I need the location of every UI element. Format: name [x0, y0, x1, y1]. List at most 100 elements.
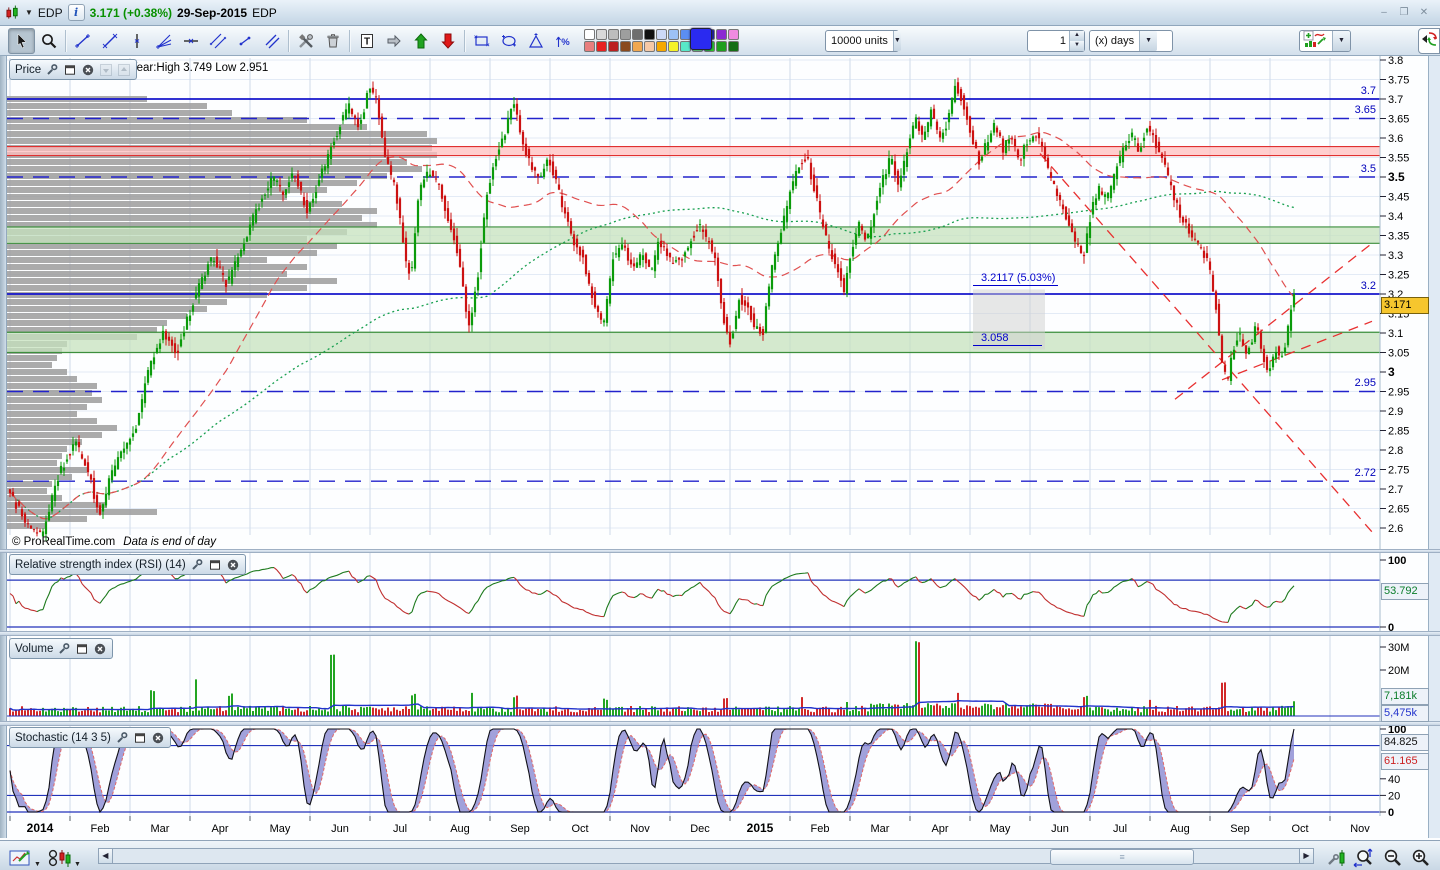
zoom-tool-button[interactable] — [35, 28, 62, 54]
vertical-line-tool-button[interactable] — [123, 28, 150, 54]
arrow-right-tool-button[interactable] — [380, 28, 407, 54]
short-segment-icon — [236, 32, 254, 50]
color-swatch[interactable] — [596, 41, 607, 52]
percent-measure-tool-button[interactable]: % — [549, 28, 576, 54]
close-icon[interactable] — [93, 642, 107, 655]
close-icon[interactable] — [151, 731, 165, 744]
pointer-tool-button[interactable] — [8, 28, 35, 54]
svg-text:Jun: Jun — [1051, 823, 1069, 835]
trash-tool-button[interactable] — [319, 28, 346, 54]
text-note-tool-button[interactable]: T — [353, 28, 380, 54]
selected-color-swatch[interactable] — [690, 28, 712, 50]
scrollbar-thumb[interactable]: ≡ — [1050, 849, 1194, 865]
level-label-3.2: 3.2 — [1298, 280, 1376, 292]
short-segment-tool-button[interactable] — [231, 28, 258, 54]
window-icon[interactable] — [133, 731, 147, 744]
horizontal-line-icon — [182, 32, 200, 50]
close-icon[interactable] — [226, 558, 240, 571]
restore-window-icon[interactable]: ❐ — [1396, 6, 1412, 20]
rsi-panel-title: Relative strength index (RSI) (14) — [15, 559, 186, 571]
price-panel-header: Price — [9, 59, 137, 80]
svg-text:Nov: Nov — [630, 823, 650, 835]
close-icon[interactable] — [81, 63, 95, 76]
arrow-down-tool-button[interactable] — [434, 28, 461, 54]
color-swatch[interactable] — [608, 41, 619, 52]
svg-text:0: 0 — [1388, 807, 1394, 819]
minimize-window-icon[interactable]: – — [1376, 6, 1392, 20]
period-unit-select[interactable]: (x) days▼ — [1089, 30, 1173, 52]
svg-text:3.05: 3.05 — [1388, 348, 1409, 360]
add-indicator-button[interactable]: ▼ — [1299, 30, 1351, 52]
sidebar-toggle-button[interactable] — [1418, 28, 1440, 54]
svg-text:Nov: Nov — [1350, 823, 1370, 835]
symbol-dropdown-caret[interactable]: ▼ — [25, 8, 33, 17]
svg-text:3.55: 3.55 — [1388, 153, 1409, 165]
zoom-out-icon[interactable] — [1378, 843, 1406, 869]
color-swatch[interactable] — [644, 29, 655, 40]
segment-tool-button[interactable] — [96, 28, 123, 54]
svg-text:2.85: 2.85 — [1388, 426, 1409, 438]
color-swatch[interactable] — [620, 29, 631, 40]
close-window-icon[interactable]: ✕ — [1416, 6, 1432, 20]
color-swatch[interactable] — [668, 29, 679, 40]
panel-splitter[interactable] — [0, 631, 1440, 636]
color-swatch[interactable] — [656, 29, 667, 40]
zoom-vertical-icon[interactable] — [1350, 843, 1378, 869]
wrench-icon[interactable] — [45, 63, 59, 76]
trendline-tool-button[interactable] — [69, 28, 96, 54]
color-swatch[interactable] — [632, 29, 643, 40]
panel-splitter[interactable] — [0, 549, 1440, 553]
color-swatch[interactable] — [584, 29, 595, 40]
selection-high-label[interactable]: 3.2117 (5.03%) — [973, 272, 1058, 286]
scrollbar-track[interactable]: ≡ — [113, 848, 1299, 864]
color-swatch[interactable] — [608, 29, 619, 40]
rectangle-tool-button[interactable] — [468, 28, 495, 54]
settings-tools-tool-button[interactable] — [292, 28, 319, 54]
wrench-icon[interactable] — [57, 642, 71, 655]
wrench-icon[interactable] — [190, 558, 204, 571]
color-swatch[interactable] — [620, 41, 631, 52]
svg-text:2.9: 2.9 — [1388, 406, 1403, 418]
symbol-name: EDP — [252, 6, 277, 20]
pointer-icon — [13, 32, 31, 50]
color-swatch[interactable] — [596, 29, 607, 40]
move-panel-down-icon[interactable] — [99, 63, 113, 76]
svg-text:2.65: 2.65 — [1388, 504, 1409, 516]
svg-text:Mar: Mar — [151, 823, 170, 835]
fan-lines-tool-button[interactable] — [150, 28, 177, 54]
color-swatch[interactable] — [584, 41, 595, 52]
bar-style-button[interactable]: ▼ — [44, 843, 84, 869]
text-note-icon: T — [358, 32, 376, 50]
export-chart-button[interactable]: ▼ — [6, 843, 44, 869]
color-swatch[interactable] — [728, 29, 739, 40]
arrow-up-tool-button[interactable] — [407, 28, 434, 54]
arrow-up-icon — [412, 32, 430, 50]
window-icon[interactable] — [75, 642, 89, 655]
window-icon[interactable] — [208, 558, 222, 571]
units-select[interactable]: 10000 units▼ — [825, 30, 899, 52]
color-swatch[interactable] — [716, 29, 727, 40]
panel-splitter[interactable] — [0, 721, 1440, 726]
period-count-stepper[interactable]: 1▲▼ — [1027, 30, 1085, 52]
channel-tool-button[interactable] — [204, 28, 231, 54]
selection-low-label[interactable]: 3.058 — [973, 332, 1042, 346]
zoom-in-icon[interactable] — [1406, 843, 1434, 869]
parallel-lines-tool-button[interactable] — [258, 28, 285, 54]
color-swatch[interactable] — [656, 41, 667, 52]
color-swatch[interactable] — [632, 41, 643, 52]
color-swatch[interactable] — [716, 41, 727, 52]
triangle-tool-button[interactable] — [522, 28, 549, 54]
scroll-right-icon[interactable]: ▶ — [1299, 848, 1314, 864]
ellipse-tool-button[interactable] — [495, 28, 522, 54]
info-icon[interactable]: i — [68, 4, 85, 21]
svg-text:2.95: 2.95 — [1388, 387, 1409, 399]
horizontal-line-tool-button[interactable] — [177, 28, 204, 54]
color-swatch[interactable] — [728, 41, 739, 52]
color-swatch[interactable] — [668, 41, 679, 52]
window-icon[interactable] — [63, 63, 77, 76]
scroll-left-icon[interactable]: ◀ — [98, 848, 113, 864]
wrench-icon[interactable] — [115, 731, 129, 744]
color-swatch[interactable] — [644, 41, 655, 52]
fit-candles-icon[interactable] — [1324, 843, 1350, 869]
move-panel-up-icon[interactable] — [117, 63, 131, 76]
